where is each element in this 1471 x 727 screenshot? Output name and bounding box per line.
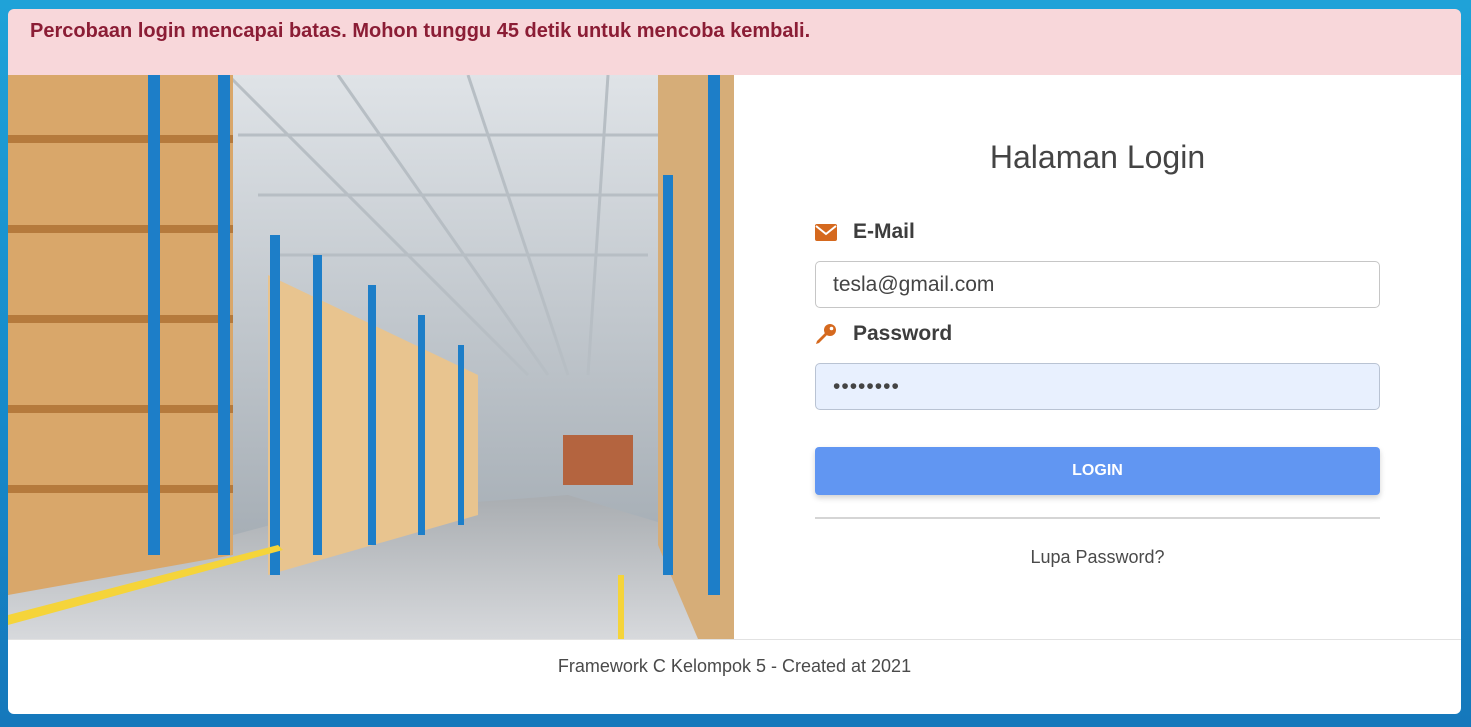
password-label-text: Password	[853, 322, 953, 345]
divider	[815, 517, 1380, 519]
email-label-text: E-Mail	[853, 220, 915, 243]
login-card: Halaman Login E-Mail Password LOGIN Lupa…	[8, 75, 1461, 714]
warehouse-photo	[8, 75, 734, 639]
password-field[interactable]	[815, 363, 1380, 410]
password-label: Password	[815, 322, 952, 346]
login-button[interactable]: LOGIN	[815, 447, 1380, 495]
page-title: Halaman Login	[989, 139, 1206, 175]
alert-message: Percobaan login mencapai batas. Mohon tu…	[30, 20, 811, 42]
forgot-password-link[interactable]: Lupa Password?	[734, 547, 1461, 568]
envelope-icon	[815, 221, 837, 243]
login-attempt-alert: Percobaan login mencapai batas. Mohon tu…	[8, 9, 1461, 75]
key-icon	[815, 323, 837, 345]
footer: Framework C Kelompok 5 - Created at 2021	[8, 639, 1461, 714]
email-field[interactable]	[815, 261, 1380, 308]
login-form: Halaman Login E-Mail Password LOGIN Lupa…	[734, 75, 1461, 639]
email-label: E-Mail	[815, 220, 915, 244]
footer-text: Framework C Kelompok 5 - Created at 2021	[557, 656, 912, 676]
